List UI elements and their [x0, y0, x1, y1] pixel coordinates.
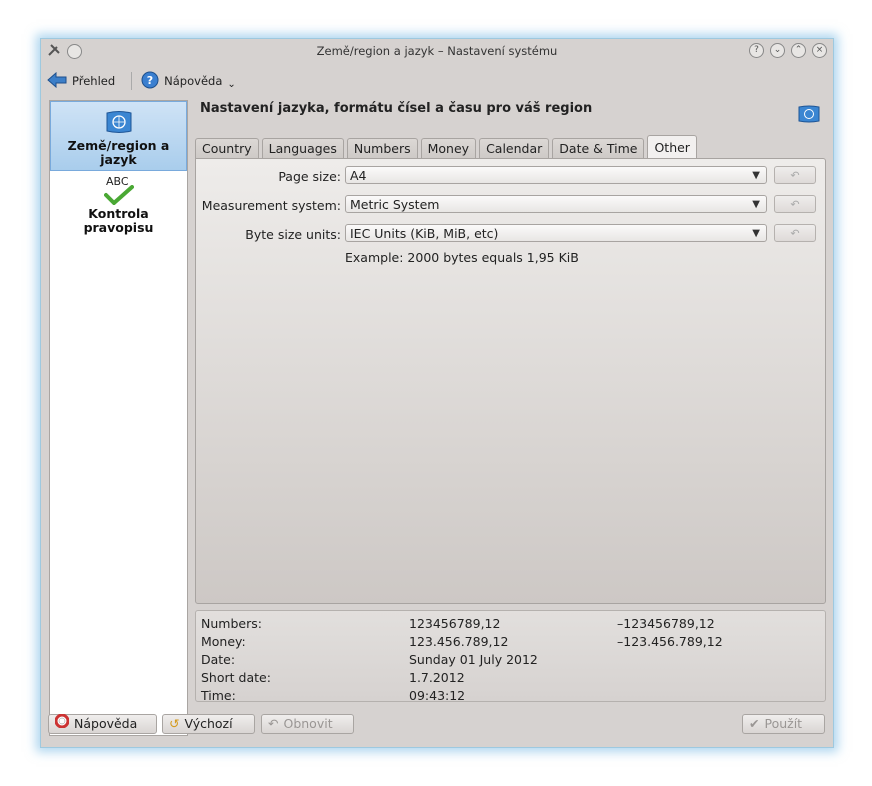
byte-units-label: Byte size units: [245, 227, 341, 242]
sidebar-item-label: pravopisu [83, 220, 154, 235]
toolbar: Přehled ? Nápověda ⌄ [47, 69, 236, 93]
byte-units-row: Byte size units: IEC Units (KiB, MiB, et… [196, 224, 825, 244]
settings-window: Země/region a jazyk – Nastavení systému … [40, 38, 834, 748]
svg-text:?: ? [147, 74, 153, 87]
help-titlebar-button[interactable]: ? [749, 43, 764, 58]
page-size-label: Page size: [278, 169, 341, 184]
tab-bar: Country Languages Numbers Money Calendar… [195, 135, 697, 160]
title-bar: Země/region a jazyk – Nastavení systému … [41, 39, 833, 63]
page-size-select[interactable]: A4 ▼ [345, 166, 767, 184]
sidebar-item-region-language[interactable]: Země/region a jazyk [50, 101, 187, 171]
un-flag-icon [798, 105, 820, 126]
measurement-reset-button[interactable]: ↶ [774, 195, 816, 213]
overview-label: Přehled [72, 74, 116, 88]
back-arrow-icon [47, 71, 67, 91]
measurement-select[interactable]: Metric System ▼ [345, 195, 767, 213]
maximize-button[interactable]: ⌃ [791, 43, 806, 58]
tab-languages[interactable]: Languages [261, 138, 344, 159]
tab-date-time[interactable]: Date & Time [552, 138, 645, 159]
help-menu-button[interactable]: ? Nápověda ⌄ [141, 71, 236, 92]
defaults-icon: ↺ [169, 716, 180, 731]
tab-money[interactable]: Money [420, 138, 477, 159]
undo-icon: ↶ [790, 169, 800, 182]
chevron-down-icon: ▼ [752, 199, 760, 210]
help-menu-label: Nápověda [164, 74, 223, 88]
checkmark-icon: ✔ [749, 716, 760, 731]
window-title: Země/region a jazyk – Nastavení systému [316, 44, 558, 58]
byte-units-reset-button[interactable]: ↶ [774, 224, 816, 242]
byte-units-example: Example: 2000 bytes equals 1,95 KiB [345, 250, 579, 265]
sidebar-item-label: Kontrola [88, 206, 149, 221]
overview-button[interactable]: Přehled [47, 71, 116, 91]
tab-calendar[interactable]: Calendar [479, 138, 550, 159]
defaults-button[interactable]: ↺ Výchozí [162, 714, 255, 734]
chevron-down-icon: ▼ [752, 228, 760, 239]
page-size-row: Page size: A4 ▼ ↶ [196, 166, 825, 186]
minimize-button[interactable]: ⌄ [770, 43, 785, 58]
toolbar-separator [131, 72, 133, 90]
undo-icon: ↶ [268, 716, 279, 731]
help-icon: ? [141, 71, 159, 92]
sidebar-item-label: jazyk [100, 152, 137, 167]
sidebar-item-label: Země/region a [67, 138, 170, 153]
close-button[interactable]: × [812, 43, 827, 58]
tab-country[interactable]: Country [195, 138, 259, 159]
tab-panel-other: Page size: A4 ▼ ↶ Measurement system: Me… [195, 158, 826, 604]
undo-icon: ↶ [790, 227, 800, 240]
page-size-reset-button[interactable]: ↶ [774, 166, 816, 184]
help-button[interactable]: Nápověda [48, 713, 157, 734]
sidebar-item-spellcheck[interactable]: ABC Kontrola pravopisu [50, 171, 187, 235]
reset-button[interactable]: ↶ Obnovit [261, 714, 354, 734]
un-flag-icon [105, 111, 133, 137]
tab-other[interactable]: Other [647, 135, 697, 160]
category-sidebar: Země/region a jazyk ABC Kontrola pravopi… [49, 100, 188, 736]
measurement-label: Measurement system: [201, 198, 341, 213]
help-lifebuoy-icon [54, 713, 70, 734]
apply-button[interactable]: ✔ Použít [742, 714, 825, 734]
format-preview: Numbers: 123456789,12 –123456789,12 Mone… [195, 610, 826, 702]
page-title: Nastavení jazyka, formátu čísel a času p… [200, 101, 593, 116]
undo-icon: ↶ [790, 198, 800, 211]
byte-units-select[interactable]: IEC Units (KiB, MiB, etc) ▼ [345, 224, 767, 242]
chevron-down-icon: ⌄ [227, 78, 236, 90]
measurement-row: Measurement system: Metric System ▼ ↶ [196, 195, 825, 215]
tab-numbers[interactable]: Numbers [346, 138, 418, 159]
spellcheck-icon: ABC [50, 175, 187, 205]
chevron-down-icon: ▼ [752, 170, 760, 181]
